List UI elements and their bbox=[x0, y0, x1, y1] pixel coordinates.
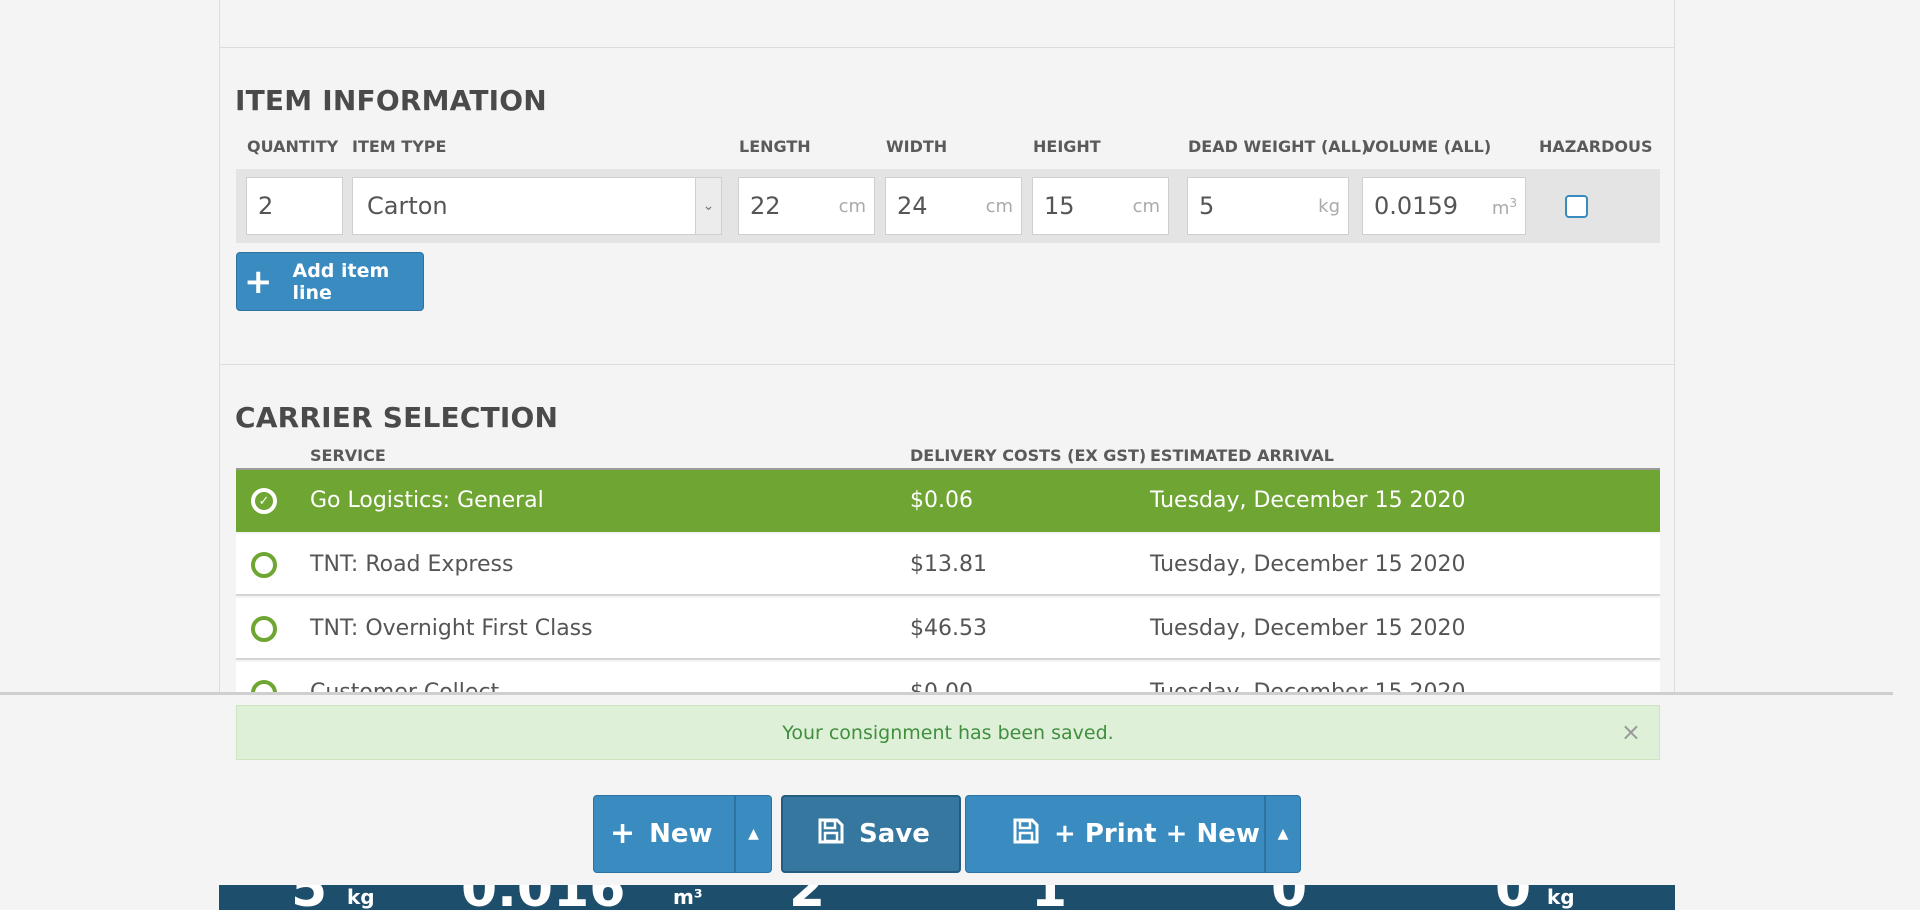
height-value: 15 bbox=[1044, 192, 1075, 220]
col-item-type: ITEM TYPE bbox=[352, 137, 447, 156]
section-divider bbox=[220, 364, 1674, 365]
new-button[interactable]: + New bbox=[593, 795, 735, 873]
carrier-service: TNT: Overnight First Class bbox=[310, 616, 593, 641]
dead-weight-unit: kg bbox=[1318, 196, 1340, 217]
carrier-selection-title: CARRIER SELECTION bbox=[235, 401, 559, 434]
total-count-a: 2 bbox=[789, 885, 825, 910]
floppy-disk-icon bbox=[1012, 817, 1040, 851]
add-item-line-label: Add item line bbox=[292, 259, 390, 304]
radio-circle-icon[interactable] bbox=[251, 552, 277, 578]
dead-weight-input[interactable]: 5 kg bbox=[1187, 177, 1349, 235]
total-weight-value: 5 bbox=[291, 885, 327, 910]
volume-unit-exponent: 3 bbox=[1509, 196, 1517, 210]
total-volume-unit: m³ bbox=[673, 885, 703, 909]
total-count-b: 1 bbox=[1031, 885, 1067, 910]
close-icon[interactable]: × bbox=[1621, 718, 1641, 746]
total-count-c: 0 bbox=[1271, 885, 1307, 910]
col-volume: VOLUME (ALL) bbox=[1363, 137, 1492, 156]
save-button[interactable]: Save bbox=[781, 795, 961, 873]
carrier-arrival: Tuesday, December 15 2020 bbox=[1150, 488, 1466, 513]
carrier-row[interactable]: ✓ Go Logistics: General $0.06 Tuesday, D… bbox=[236, 470, 1660, 532]
hazardous-checkbox[interactable] bbox=[1565, 195, 1588, 218]
width-value: 24 bbox=[897, 192, 928, 220]
length-value: 22 bbox=[750, 192, 781, 220]
add-item-line-button[interactable]: + Add item line bbox=[236, 252, 424, 311]
check-circle-icon[interactable]: ✓ bbox=[251, 488, 277, 514]
carrier-service: Go Logistics: General bbox=[310, 488, 544, 513]
width-input[interactable]: 24 cm bbox=[885, 177, 1022, 235]
volume-value: 0.0159 bbox=[1374, 192, 1458, 220]
print-new-button[interactable]: + Print + New bbox=[965, 795, 1265, 873]
print-new-button-label: + Print + New bbox=[1054, 819, 1260, 849]
totals-bar: 5 kg 0.016 m³ 2 1 0 0 kg bbox=[219, 885, 1675, 910]
col-delivery-costs: DELIVERY COSTS (EX GST) bbox=[910, 446, 1147, 465]
carrier-cost: $0.06 bbox=[910, 488, 973, 513]
carrier-cost: $46.53 bbox=[910, 616, 987, 641]
print-new-dropdown-toggle[interactable]: ▲ bbox=[1265, 795, 1301, 873]
caret-up-icon: ▲ bbox=[1277, 826, 1289, 842]
length-unit: cm bbox=[838, 196, 866, 217]
radio-circle-icon[interactable] bbox=[251, 616, 277, 642]
quantity-input[interactable]: 2 bbox=[246, 177, 343, 235]
footer-top-border bbox=[0, 692, 1893, 695]
carrier-arrival: Tuesday, December 15 2020 bbox=[1150, 616, 1466, 641]
col-hazardous: HAZARDOUS bbox=[1539, 137, 1653, 156]
length-input[interactable]: 22 cm bbox=[738, 177, 875, 235]
volume-unit: m3 bbox=[1492, 196, 1517, 219]
item-type-value: Carton bbox=[367, 192, 448, 220]
total-hazard-weight-unit: kg bbox=[1547, 885, 1575, 909]
plus-icon: + bbox=[610, 816, 636, 851]
total-volume-value: 0.016 bbox=[461, 885, 625, 910]
carrier-row[interactable]: TNT: Road Express $13.81 Tuesday, Decemb… bbox=[236, 534, 1660, 596]
new-button-label: New bbox=[649, 819, 713, 849]
item-information-title: ITEM INFORMATION bbox=[235, 84, 547, 117]
alert-message: Your consignment has been saved. bbox=[782, 721, 1114, 744]
volume-unit-base: m bbox=[1491, 198, 1510, 219]
col-height: HEIGHT bbox=[1033, 137, 1101, 156]
section-divider bbox=[220, 47, 1674, 48]
col-width: WIDTH bbox=[886, 137, 948, 156]
col-length: LENGTH bbox=[739, 137, 811, 156]
col-service: SERVICE bbox=[310, 446, 386, 465]
col-quantity: QUANTITY bbox=[247, 137, 339, 156]
floppy-disk-icon bbox=[817, 817, 845, 851]
plus-icon: + bbox=[244, 261, 273, 302]
total-hazard-weight: 0 bbox=[1495, 885, 1531, 910]
carrier-row[interactable]: TNT: Overnight First Class $46.53 Tuesda… bbox=[236, 598, 1660, 660]
carrier-cost: $13.81 bbox=[910, 552, 987, 577]
height-input[interactable]: 15 cm bbox=[1032, 177, 1169, 235]
quantity-value: 2 bbox=[258, 192, 274, 220]
chevron-down-icon[interactable]: ⌄ bbox=[695, 178, 721, 234]
item-type-select[interactable]: Carton ⌄ bbox=[352, 177, 722, 235]
total-weight-unit: kg bbox=[347, 885, 375, 909]
carrier-arrival: Tuesday, December 15 2020 bbox=[1150, 552, 1466, 577]
col-dead-weight: DEAD WEIGHT (ALL) bbox=[1188, 137, 1369, 156]
success-alert: Your consignment has been saved. × bbox=[236, 705, 1660, 760]
width-unit: cm bbox=[985, 196, 1013, 217]
carrier-service: TNT: Road Express bbox=[310, 552, 514, 577]
volume-input[interactable]: 0.0159 m3 bbox=[1362, 177, 1526, 235]
col-estimated-arrival: ESTIMATED ARRIVAL bbox=[1150, 446, 1334, 465]
save-button-label: Save bbox=[859, 819, 930, 849]
dead-weight-value: 5 bbox=[1199, 192, 1215, 220]
caret-up-icon: ▲ bbox=[748, 826, 759, 842]
height-unit: cm bbox=[1132, 196, 1160, 217]
new-dropdown-toggle[interactable]: ▲ bbox=[735, 795, 772, 873]
